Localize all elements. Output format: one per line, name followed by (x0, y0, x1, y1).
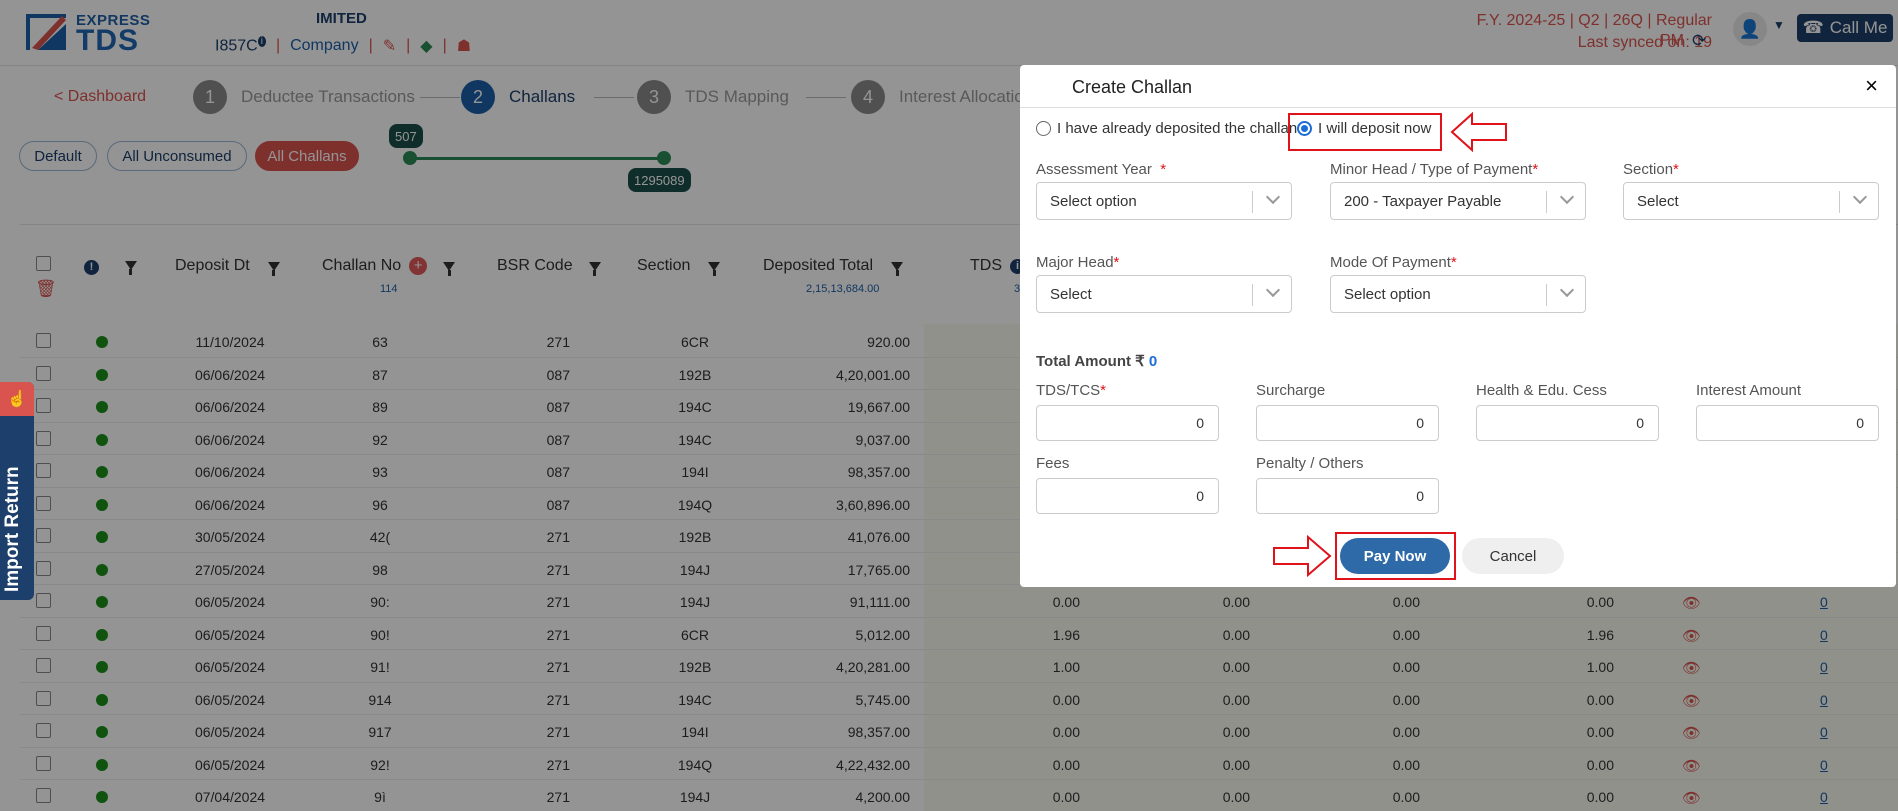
radio-button[interactable] (1036, 121, 1051, 136)
select-divider (1252, 191, 1253, 213)
select-divider (1546, 191, 1547, 213)
fees-input[interactable] (1036, 478, 1219, 514)
select-value: Select option (1344, 286, 1431, 303)
minor-head-label: Minor Head / Type of Payment* (1330, 161, 1539, 178)
surcharge-input[interactable] (1256, 405, 1439, 441)
pay-now-button[interactable]: Pay Now (1340, 538, 1450, 574)
mode-of-payment-label: Mode Of Payment* (1330, 254, 1457, 271)
radio-label: I have already deposited the challan (1057, 120, 1298, 137)
radio-deposit-now[interactable]: I will deposit now (1297, 120, 1431, 137)
chevron-down-icon (1265, 282, 1281, 298)
pointer-arrow-left-icon (1450, 112, 1507, 152)
penalty-label: Penalty / Others (1256, 455, 1364, 472)
mode-of-payment-select[interactable]: Select option (1330, 275, 1586, 313)
select-value: Select option (1050, 193, 1137, 210)
import-return-label: Import Return (2, 466, 23, 592)
total-amount: Total Amount ₹ 0 (1036, 353, 1158, 370)
divider (1020, 107, 1896, 108)
tds-tcs-input[interactable] (1036, 405, 1219, 441)
interest-amount-label: Interest Amount (1696, 382, 1802, 399)
cancel-button[interactable]: Cancel (1462, 538, 1564, 574)
radio-label: I will deposit now (1318, 120, 1432, 137)
tds-tcs-label: TDS/TCS* (1036, 382, 1107, 399)
import-hand-icon: ☝ (0, 382, 34, 416)
import-return-tab[interactable]: ☝ Import Return (0, 382, 34, 600)
penalty-input[interactable] (1256, 478, 1439, 514)
pointer-arrow-right-icon (1273, 535, 1332, 577)
cess-label: Health & Edu. Cess (1476, 382, 1607, 399)
chevron-down-icon (1559, 189, 1575, 205)
close-icon[interactable]: × (1865, 73, 1878, 99)
chevron-down-icon (1852, 189, 1868, 205)
major-head-select[interactable]: Select (1036, 275, 1292, 313)
surcharge-label: Surcharge (1256, 382, 1326, 399)
cess-input[interactable] (1476, 405, 1659, 441)
section-select[interactable]: Select (1623, 182, 1879, 220)
chevron-down-icon (1559, 282, 1575, 298)
select-value: 200 - Taxpayer Payable (1344, 193, 1502, 210)
select-divider (1839, 191, 1840, 213)
select-value: Select (1050, 286, 1092, 303)
minor-head-select[interactable]: 200 - Taxpayer Payable (1330, 182, 1586, 220)
interest-amount-input[interactable] (1696, 405, 1879, 441)
assessment-year-label: Assessment Year * (1036, 161, 1167, 178)
fees-label: Fees (1036, 455, 1070, 472)
total-amount-value: 0 (1148, 353, 1158, 370)
chevron-down-icon (1265, 189, 1281, 205)
create-challan-modal: Create Challan × I have already deposite… (1020, 65, 1896, 587)
select-divider (1546, 284, 1547, 306)
section-label: Section* (1623, 161, 1679, 178)
major-head-label: Major Head* (1036, 254, 1120, 271)
modal-title: Create Challan (1072, 77, 1193, 97)
select-divider (1252, 284, 1253, 306)
radio-button-selected[interactable] (1297, 121, 1312, 136)
radio-already-deposited[interactable]: I have already deposited the challan (1036, 120, 1297, 137)
select-value: Select (1637, 193, 1679, 210)
assessment-year-select[interactable]: Select option (1036, 182, 1292, 220)
